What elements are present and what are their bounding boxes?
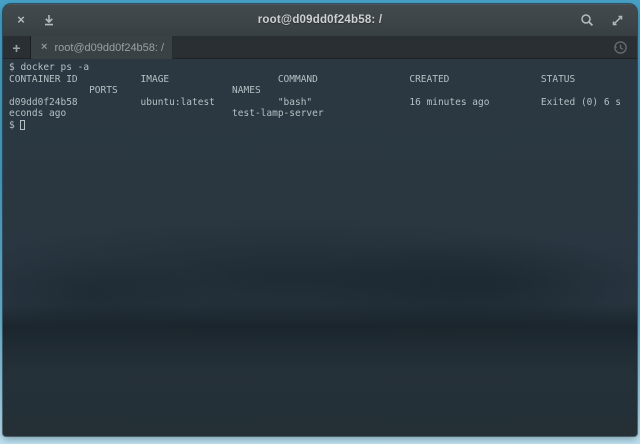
history-button[interactable] [613,36,637,59]
tab-close-icon[interactable]: × [41,42,47,53]
titlebar-right-controls [517,12,637,28]
terminal-window: × root@d09dd0f24b58: / [3,4,637,436]
download-icon [43,14,55,26]
history-icon [613,40,628,55]
tabbar: + × root@d09dd0f24b58: / [3,36,637,59]
expand-icon [611,14,624,27]
tab-label: root@d09dd0f24b58: / [54,42,164,54]
close-button[interactable]: × [13,12,29,28]
tabbar-empty-space [173,36,613,59]
tab-root-session[interactable]: × root@d09dd0f24b58: / [31,36,173,59]
search-button[interactable] [579,12,595,28]
window-title: root@d09dd0f24b58: / [123,14,517,26]
prompt-line: $ [9,120,637,132]
plus-icon: + [12,40,20,56]
terminal-screen[interactable]: $ docker ps -a CONTAINER ID IMAGE COMMAN… [3,59,637,436]
close-icon: × [17,12,25,28]
maximize-button[interactable] [609,12,625,28]
download-button[interactable] [41,12,57,28]
desktop: { "window": { "title": "root@d09dd0f24b5… [0,0,640,444]
titlebar-left-controls: × [3,12,123,28]
terminal-output: $ docker ps -a CONTAINER ID IMAGE COMMAN… [9,62,621,119]
new-tab-button[interactable]: + [3,36,31,59]
terminal-cursor [20,120,25,130]
terminal-text: $ docker ps -a CONTAINER ID IMAGE COMMAN… [9,62,637,131]
shell-prompt: $ [9,120,20,131]
search-icon [580,13,594,27]
titlebar: × root@d09dd0f24b58: / [3,4,637,36]
